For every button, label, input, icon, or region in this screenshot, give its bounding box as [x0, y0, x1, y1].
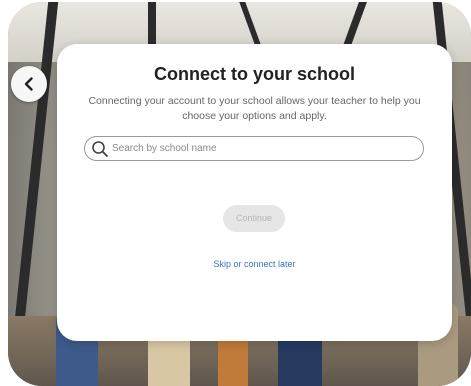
search-icon — [92, 141, 108, 157]
skip-link[interactable]: Skip or connect later — [57, 259, 452, 269]
continue-button[interactable]: Continue — [223, 205, 285, 232]
back-button[interactable] — [11, 66, 47, 102]
school-search-field[interactable] — [84, 136, 424, 161]
connect-school-dialog: Connect to your school Connecting your a… — [57, 44, 452, 341]
dialog-subtitle: Connecting your account to your school a… — [88, 95, 421, 122]
dialog-title: Connect to your school — [153, 64, 355, 84]
chevron-left-icon — [24, 77, 33, 91]
search-input[interactable] — [112, 139, 412, 158]
